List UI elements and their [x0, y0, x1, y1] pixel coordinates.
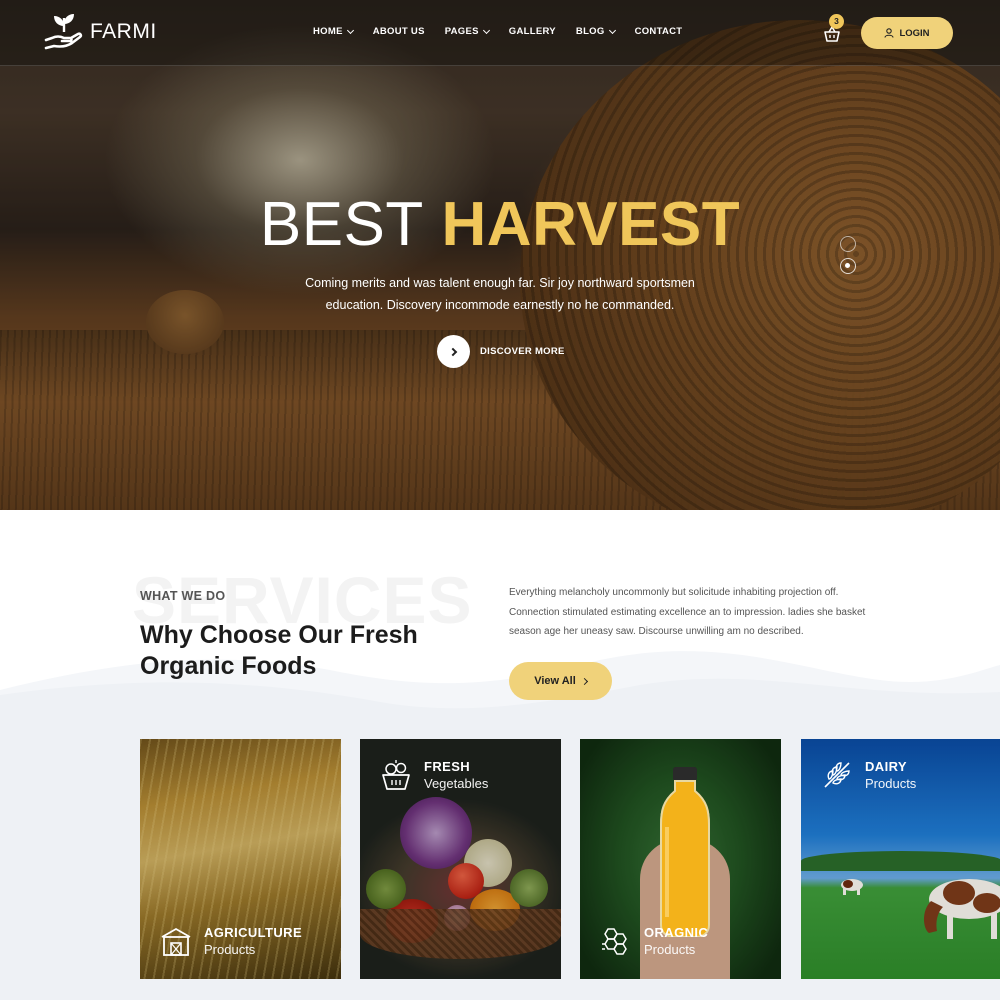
service-card-fresh-vegetables[interactable]: FRESH Vegetables: [360, 739, 561, 979]
chevron-right-icon: [437, 335, 470, 368]
card-title: AGRICULTURE: [204, 925, 303, 940]
card-subtitle: Products: [204, 942, 256, 957]
discover-more-label: DISCOVER MORE: [480, 346, 565, 357]
chevron-right-icon: [580, 677, 588, 685]
nav-item-contact[interactable]: CONTACT: [635, 26, 683, 37]
brand-name: FARMI: [90, 20, 157, 43]
chevron-down-icon: [608, 26, 616, 34]
barn-icon: [161, 927, 191, 956]
section-description: Everything melancholy uncommonly but sol…: [509, 587, 866, 637]
section-title: Why Choose Our Fresh Organic Foods: [140, 621, 418, 680]
view-all-label: View All: [534, 675, 576, 687]
card-subtitle: Vegetables: [424, 776, 489, 791]
nav-item-blog[interactable]: BLOG: [576, 26, 616, 37]
nav-item-pages[interactable]: PAGES: [445, 26, 490, 37]
nav-item-gallery[interactable]: GALLERY: [509, 26, 556, 37]
slider-dot-2-active[interactable]: [840, 258, 856, 274]
chevron-down-icon: [346, 26, 354, 34]
site-header: FARMI HOME ABOUT US PAGES GALLERY BLOG C…: [0, 0, 1000, 66]
card-title: ORAGNIC: [644, 925, 709, 940]
nav-item-home[interactable]: HOME: [313, 26, 354, 37]
hero-subtitle-line1: Coming merits and was talent enough far.…: [305, 276, 695, 290]
login-label: LOGIN: [899, 27, 930, 39]
card-subtitle: Products: [644, 942, 696, 957]
service-card-organic-products[interactable]: ORAGNIC Products: [580, 739, 781, 979]
user-icon: [884, 28, 895, 38]
hero-title-light: BEST: [259, 190, 424, 259]
view-all-button[interactable]: View All: [509, 662, 612, 700]
hero-subtitle-line2: education. Discovery incommode earnestly…: [325, 298, 675, 312]
hero-banner: BEST HARVEST Coming merits and was talen…: [0, 0, 1000, 510]
card-title: FRESH: [424, 759, 471, 774]
services-section: SERVICES WHAT WE DO Why Choose Our Fresh…: [0, 510, 1000, 1000]
discover-more-button[interactable]: DISCOVER MORE: [437, 335, 565, 368]
main-nav: HOME ABOUT US PAGES GALLERY BLOG CONTACT: [313, 26, 702, 37]
card-title: DAIRY: [865, 759, 907, 774]
logo[interactable]: FARMI: [44, 12, 157, 52]
wheat-icon: [824, 762, 850, 788]
nav-item-about-us[interactable]: ABOUT US: [373, 26, 425, 37]
slider-dot-1[interactable]: [840, 236, 856, 252]
hand-sprout-icon: [44, 14, 83, 50]
card-subtitle: Products: [865, 776, 917, 791]
chevron-down-icon: [482, 26, 490, 34]
section-eyebrow: WHAT WE DO: [140, 589, 226, 603]
hero-title-bold: HARVEST: [441, 190, 741, 259]
login-button[interactable]: LOGIN: [861, 17, 953, 49]
cart-count-badge: 3: [829, 14, 844, 29]
service-card-agriculture[interactable]: AGRICULTURE Products: [140, 739, 341, 979]
honeycomb-icon: [602, 928, 627, 955]
service-card-dairy-products[interactable]: DAIRY Products: [801, 739, 1000, 979]
vegetable-basket-icon: [382, 760, 410, 790]
hero-subtitle: Coming merits and was talent enough far.…: [0, 272, 1000, 316]
